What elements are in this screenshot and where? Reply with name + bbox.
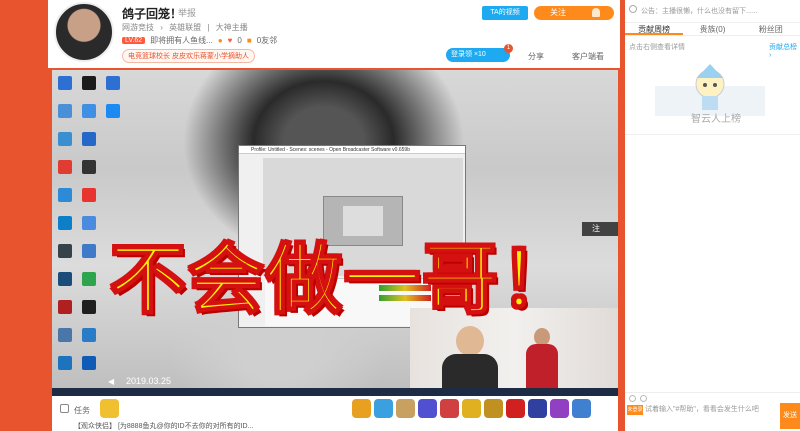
not-logged-badge[interactable]: 未登录	[627, 405, 643, 415]
rank-tabs: 贡献周榜 贵族(0) 粉丝团	[625, 22, 800, 36]
main-column: 鸽子回笼！ 举报 网游竞技 › 英雄联盟 | 大神主播 LV.62 即将拥有人鱼…	[0, 0, 622, 431]
chat-area	[625, 134, 800, 380]
room-stats: LV.62 即将拥有人鱼线... ● ♥ 0 ■ 0友邻	[122, 35, 277, 46]
send-button[interactable]: 发送	[780, 403, 800, 429]
desktop-icon	[82, 300, 96, 314]
gift-icon[interactable]	[440, 399, 459, 418]
emoji-icon[interactable]	[629, 395, 636, 402]
gift-icon[interactable]	[572, 399, 591, 418]
desktop-taskbar	[52, 388, 618, 396]
report-link[interactable]: 举报	[178, 6, 196, 19]
ta-video-button[interactable]: TA的视频	[482, 6, 528, 20]
desktop-icon	[82, 160, 96, 174]
streamer-tag: 电竞篮球校长 皮皮欢乐蒋蒙小学摘助人	[122, 49, 255, 63]
streamer-avatar[interactable]	[54, 2, 114, 62]
chat-input-area: 未登录 试着输入"#帮助"，看看会发生什么吧 发送	[625, 392, 800, 431]
desktop-icon	[82, 272, 96, 286]
room-title: 鸽子回笼！	[122, 7, 183, 21]
desktop-icon	[58, 76, 72, 90]
tab-fan-club[interactable]: 粉丝团	[742, 23, 800, 35]
chat-icon: ●	[217, 36, 223, 45]
rank-tip: 点击右侧查看详情	[629, 44, 685, 51]
desktop-icon	[106, 76, 120, 90]
desktop-icon	[106, 104, 120, 118]
tab-nobles[interactable]: 贵族(0)	[683, 23, 741, 35]
gift-icon[interactable]	[352, 399, 371, 418]
desktop-icon	[82, 328, 96, 342]
level-badge: LV.62	[122, 37, 146, 44]
desktop-icon	[58, 272, 72, 286]
marquee-text: 【观众侠侣】 [为8888鱼丸@你的ID不去你的对所有的ID...	[74, 423, 254, 430]
desktop-icon	[82, 188, 96, 202]
gift-icon[interactable]	[528, 399, 547, 418]
total-rank-link[interactable]: 贡献总榜 ›	[769, 42, 800, 59]
desktop-icon	[58, 104, 72, 118]
gift-icon[interactable]	[374, 399, 393, 418]
volume-icon[interactable]: ◀	[108, 377, 114, 386]
login-reward-button[interactable]: 登录领 ×10 1	[446, 44, 513, 62]
login-badge: 1	[504, 44, 513, 53]
follow-label: 关注	[550, 8, 566, 17]
video-player[interactable]: Profile: Untitled - Scenes: scenes - Ope…	[52, 70, 618, 396]
video-date: 2019.03.25	[126, 376, 172, 386]
desktop-icon	[58, 216, 72, 230]
gift-icon[interactable]	[418, 399, 437, 418]
desktop-icon	[82, 104, 96, 118]
share-button[interactable]: 分享	[528, 51, 544, 62]
desktop-icon	[58, 160, 72, 174]
gift-icon[interactable]	[506, 399, 525, 418]
notice-icon	[629, 5, 637, 13]
room-meta: 网游竞技 › 英雄联盟 | 大神主播	[122, 23, 248, 32]
desktop-icon	[82, 216, 96, 230]
obs-title: Profile: Untitled - Scenes: scenes - Ope…	[239, 146, 465, 154]
desktop-icon	[58, 244, 72, 258]
desktop-icon	[58, 356, 72, 370]
color-icon[interactable]	[640, 395, 647, 402]
desktop-icon	[58, 328, 72, 342]
desktop-icon	[82, 132, 96, 146]
thumb-icon[interactable]: ♥	[228, 36, 233, 45]
desktop-icon	[58, 132, 72, 146]
mascot-label: 智云人上榜	[691, 114, 741, 125]
video-caption: 不会做一哥！	[109, 237, 578, 324]
gift-icon[interactable]	[550, 399, 569, 418]
gift-bar: 任务 【观众侠侣】 [为8888鱼丸@你的ID不去你的对所有的ID...	[52, 396, 618, 431]
task-icon	[60, 404, 69, 413]
desktop-icon	[82, 356, 96, 370]
client-button[interactable]: 客户端看	[572, 51, 604, 62]
game-link[interactable]: 英雄联盟	[169, 23, 201, 32]
category-link[interactable]: 网游竞技	[122, 23, 154, 32]
desktop-icon	[82, 76, 96, 90]
fans-count: 0友邻	[256, 36, 278, 45]
fans-icon: ■	[246, 36, 252, 45]
chat-input[interactable]: 试着输入"#帮助"，看看会发生什么吧	[645, 405, 765, 414]
treasure-icon[interactable]	[100, 399, 119, 418]
follow-button[interactable]: 关注	[534, 6, 614, 20]
bell-icon[interactable]	[592, 8, 600, 17]
gift-icon[interactable]	[396, 399, 415, 418]
task-button[interactable]: 任务	[74, 405, 90, 416]
desktop-icon	[82, 244, 96, 258]
side-sticker[interactable]: 注	[582, 222, 618, 236]
right-panel: 公告：主播很懒，什么也没有留下...... 贡献周榜 贵族(0) 粉丝团 点击右…	[625, 0, 800, 431]
hint-text: 即将拥有人鱼线...	[150, 36, 213, 45]
tab-weekly-rank[interactable]: 贡献周榜	[625, 23, 684, 35]
gift-icon[interactable]	[484, 399, 503, 418]
gift-icon[interactable]	[462, 399, 481, 418]
like-count: 0	[237, 36, 242, 45]
login-reward-label: 登录领 ×10	[451, 51, 486, 58]
desktop-icon	[58, 300, 72, 314]
host-level: 大神主播	[215, 23, 248, 32]
room-notice: 公告：主播很懒，什么也没有留下......	[641, 8, 758, 15]
desktop-icon	[58, 188, 72, 202]
